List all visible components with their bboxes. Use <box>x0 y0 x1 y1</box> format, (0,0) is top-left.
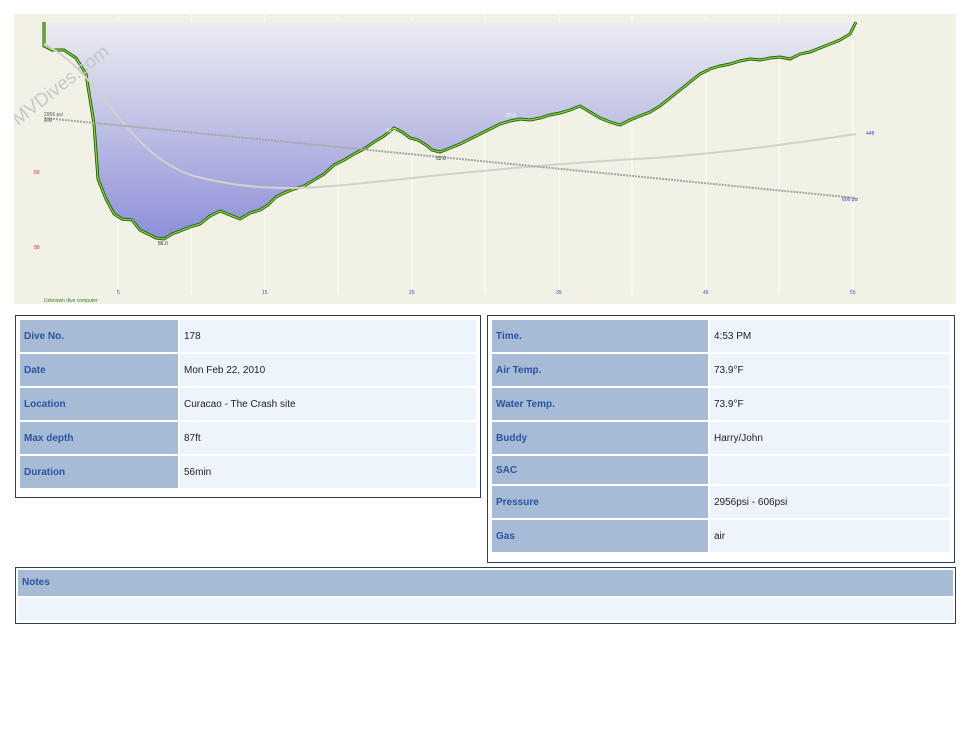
table-row: Water Temp. 73.9°F <box>492 388 950 420</box>
date-value: Mon Feb 22, 2010 <box>180 354 476 386</box>
sac-label: SAC <box>492 456 708 484</box>
table-row: Duration 56min <box>20 456 476 488</box>
time-label: Time. <box>492 320 708 352</box>
buddy-value: Harry/John <box>710 422 950 454</box>
time-tick-25: 25 <box>409 290 415 296</box>
table-row: Time. 4:53 PM <box>492 320 950 352</box>
date-label: Date <box>20 354 178 386</box>
notes-text <box>18 598 953 620</box>
trough-annotation-1: 52.0 <box>436 156 446 162</box>
duration-value: 56min <box>180 456 476 488</box>
table-row: Pressure 2956psi - 606psi <box>492 486 950 518</box>
dive-summary-table: Dive No. 178 Date Mon Feb 22, 2010 Locat… <box>18 318 478 490</box>
end-pressure-label: 606 psi <box>842 197 858 203</box>
buddy-label: Buddy <box>492 422 708 454</box>
table-row: Dive No. 178 <box>20 320 476 352</box>
dive-summary-panel: Dive No. 178 Date Mon Feb 22, 2010 Locat… <box>15 315 481 498</box>
notes-label: Notes <box>18 570 953 596</box>
sac-value <box>710 456 950 484</box>
table-row: Max depth 87ft <box>20 422 476 454</box>
time-value: 4:53 PM <box>710 320 950 352</box>
duration-label: Duration <box>20 456 178 488</box>
dive-conditions-panel: Time. 4:53 PM Air Temp. 73.9°F Water Tem… <box>487 315 955 563</box>
depth-tick-60: 60 <box>34 170 40 176</box>
table-row: Buddy Harry/John <box>492 422 950 454</box>
table-row: SAC <box>492 456 950 484</box>
time-tick-55: 55 <box>850 290 856 296</box>
dive-computer-label: Unknown dive computer <box>44 298 98 304</box>
time-tick-15: 15 <box>262 290 268 296</box>
gas-value: air <box>710 520 950 552</box>
notes-panel: Notes <box>15 567 956 624</box>
gas-label: Gas <box>492 520 708 552</box>
table-row: Gas air <box>492 520 950 552</box>
depth-tick-90: 90 <box>34 245 40 251</box>
peak-annotation-2: 37.0 <box>506 113 516 119</box>
dive-number-label: Dive No. <box>20 320 178 352</box>
dive-profile-chart: 2956 psi AIR 606 psi 44ft 60 90 86.0 42.… <box>14 14 956 304</box>
max-depth-annotation: 86.0 <box>158 241 168 247</box>
max-depth-label: Max depth <box>20 422 178 454</box>
temperature-end-label: 44ft <box>866 131 875 137</box>
time-tick-35: 35 <box>556 290 562 296</box>
dive-number-value: 178 <box>180 320 476 352</box>
time-tick-5: 5 <box>117 290 120 296</box>
table-row: Date Mon Feb 22, 2010 <box>20 354 476 386</box>
location-label: Location <box>20 388 178 420</box>
water-temp-value: 73.9°F <box>710 388 950 420</box>
pressure-label: Pressure <box>492 486 708 518</box>
air-temp-label: Air Temp. <box>492 354 708 386</box>
water-temp-label: Water Temp. <box>492 388 708 420</box>
table-row: Location Curacao - The Crash site <box>20 388 476 420</box>
time-tick-45: 45 <box>703 290 709 296</box>
start-gas-label: AIR <box>44 118 53 124</box>
pressure-value: 2956psi - 606psi <box>710 486 950 518</box>
air-temp-value: 73.9°F <box>710 354 950 386</box>
max-depth-value: 87ft <box>180 422 476 454</box>
location-value: Curacao - The Crash site <box>180 388 476 420</box>
dive-conditions-table: Time. 4:53 PM Air Temp. 73.9°F Water Tem… <box>490 318 952 554</box>
peak-annotation-1: 42.0 <box>386 128 396 134</box>
table-row: Air Temp. 73.9°F <box>492 354 950 386</box>
